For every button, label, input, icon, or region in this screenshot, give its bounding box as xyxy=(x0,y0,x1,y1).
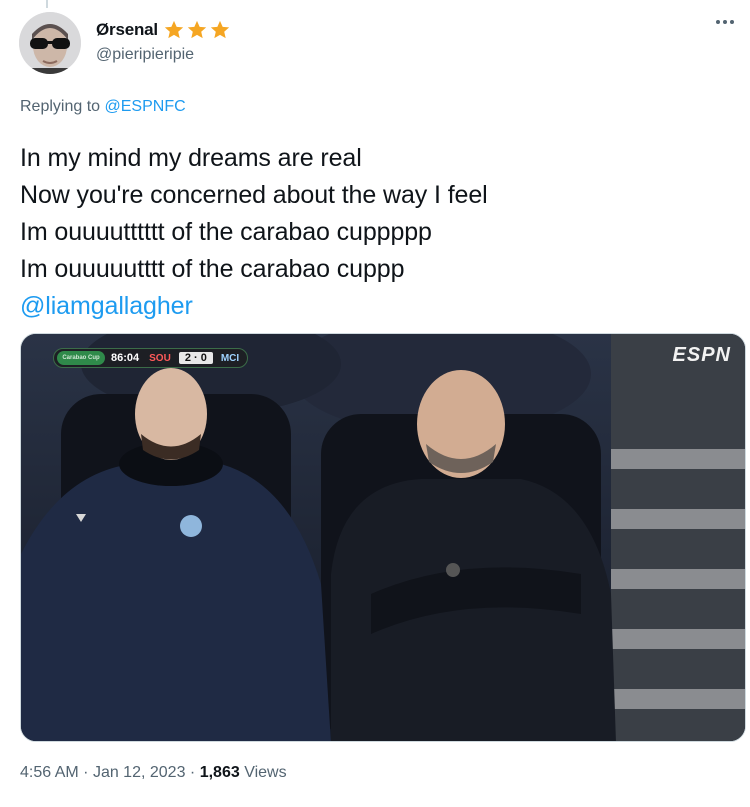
home-team: SOU xyxy=(149,352,171,364)
replying-to: Replying to @ESPNFC xyxy=(20,98,186,116)
match-clock: 86:04 xyxy=(111,352,140,364)
dot xyxy=(723,20,727,24)
away-team: MCI xyxy=(220,352,240,364)
separator: · xyxy=(83,764,89,781)
display-name[interactable]: Ørsenal xyxy=(96,20,158,40)
badge-stars xyxy=(163,19,231,41)
scorebug: Carabao Cup 86:04 SOU 2 · 0 MCI xyxy=(53,348,249,368)
tweet-media-image[interactable]: Carabao Cup 86:04 SOU 2 · 0 MCI ESPN xyxy=(20,333,746,742)
views-count: 1,863 xyxy=(199,764,240,781)
match-photo xyxy=(21,334,745,741)
tweet-line: Now you're concerned about the way I fee… xyxy=(20,181,488,209)
avatar[interactable] xyxy=(19,12,81,74)
more-options-icon[interactable] xyxy=(716,20,734,24)
replying-to-link[interactable]: @ESPNFC xyxy=(105,98,186,115)
star-icon xyxy=(210,20,230,39)
thread-connector-line xyxy=(46,0,48,8)
views-label: Views xyxy=(244,764,287,781)
tweet-line: In my mind my dreams are real xyxy=(20,144,362,172)
tweet-text: In my mind my dreams are real Now you're… xyxy=(20,140,488,325)
author-handle[interactable]: @pieripieripie xyxy=(96,46,194,64)
tweet-meta: 4:56 AM · Jan 12, 2023 · 1,863 Views xyxy=(20,764,287,782)
mention-link[interactable]: @liamgallagher xyxy=(20,288,488,325)
tweet-line: Im ouuuutttttt of the carabao cuppppp xyxy=(20,218,432,246)
dot xyxy=(730,20,734,24)
separator: · xyxy=(189,764,196,781)
tweet-time[interactable]: 4:56 AM xyxy=(20,764,79,781)
tweet-date[interactable]: Jan 12, 2023 xyxy=(93,764,186,781)
competition-logo: Carabao Cup xyxy=(57,351,105,365)
author-name-row[interactable]: Ørsenal xyxy=(96,16,231,44)
star-icon xyxy=(187,20,207,39)
match-score: 2 · 0 xyxy=(178,352,213,364)
dot xyxy=(716,20,720,24)
broadcaster-logo: ESPN xyxy=(672,344,731,366)
tweet-line: Im ouuuuutttt of the carabao cuppp xyxy=(20,255,405,283)
star-icon xyxy=(164,20,184,39)
avatar-image xyxy=(19,12,81,74)
replying-to-label: Replying to xyxy=(20,98,101,115)
